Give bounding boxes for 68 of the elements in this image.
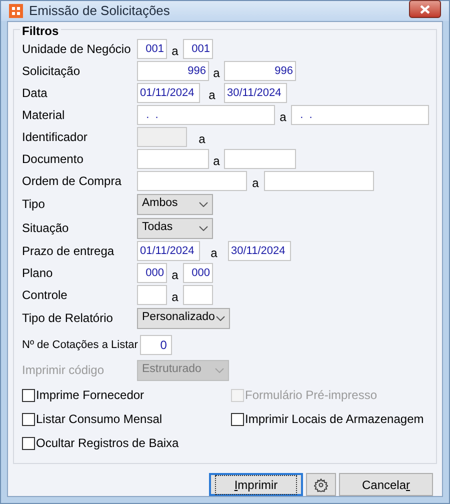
field-label: Nº de Cotações a Listar: [22, 338, 138, 353]
dropdown[interactable]: Ambos: [137, 194, 213, 214]
text-field[interactable]: 001: [137, 39, 167, 59]
range-separator: a: [251, 175, 260, 192]
field-label: Solicitação: [22, 63, 82, 80]
field-label: Prazo de entrega: [22, 243, 116, 260]
field-label: Tipo de Relatório: [22, 310, 114, 327]
field-label: Data: [22, 85, 48, 102]
text-field[interactable]: 30/11/2024: [224, 83, 287, 103]
range-separator: a: [210, 245, 218, 262]
app-icon: [9, 4, 23, 18]
settings-button[interactable]: [306, 473, 336, 496]
chevron-down-icon: [216, 316, 225, 320]
window-title: Emissão de Solicitações: [29, 2, 170, 20]
checkbox[interactable]: [22, 388, 35, 402]
chevron-down-icon: [199, 226, 208, 230]
chevron-down-icon: [199, 202, 208, 206]
checkbox-label: Imprimir Locais de Armazenagem: [245, 411, 424, 428]
checkbox-label: Listar Consumo Mensal: [36, 411, 162, 428]
chevron-down-icon: [215, 368, 224, 372]
settings-icon: [314, 478, 328, 492]
field-label: Ordem de Compra: [22, 173, 122, 190]
range-separator: a: [170, 289, 180, 306]
dropdown[interactable]: Personalizado: [137, 308, 230, 328]
range-separator: a: [208, 87, 216, 104]
text-field[interactable]: . .: [291, 105, 429, 125]
text-field[interactable]: . .: [137, 105, 275, 125]
range-separator: a: [170, 267, 180, 284]
range-separator: a: [212, 153, 221, 170]
text-field[interactable]: 01/11/2024: [137, 241, 200, 261]
text-field[interactable]: 000: [183, 263, 213, 283]
action-button[interactable]: Cancelar: [339, 473, 433, 496]
field-label: Controle: [22, 287, 68, 304]
field-label: Plano: [22, 265, 54, 282]
range-separator: a: [278, 109, 288, 126]
checkbox[interactable]: [22, 412, 35, 426]
field-label: Material: [22, 107, 66, 124]
text-field[interactable]: [137, 285, 167, 305]
field-label: Situação: [22, 220, 70, 237]
text-field[interactable]: 996: [137, 61, 209, 81]
range-separator: a: [212, 65, 221, 82]
checkbox[interactable]: [231, 412, 244, 426]
checkbox-label: Formulário Pré-impresso: [245, 387, 378, 404]
field-label: Documento: [22, 151, 84, 168]
text-field[interactable]: 001: [183, 39, 213, 59]
field-label: Tipo: [22, 196, 46, 213]
text-field[interactable]: 01/11/2024: [137, 83, 200, 103]
field-label: Identificador: [22, 129, 88, 146]
text-field[interactable]: [183, 285, 213, 305]
text-field[interactable]: [264, 171, 374, 191]
text-field[interactable]: 996: [224, 61, 296, 81]
text-field[interactable]: [137, 171, 247, 191]
close-icon: [420, 4, 430, 14]
text-field[interactable]: [137, 149, 209, 169]
field-label: Imprimir código: [22, 362, 106, 379]
range-separator: a: [170, 43, 180, 60]
number-field[interactable]: 0: [140, 335, 172, 355]
text-field[interactable]: 000: [137, 263, 167, 283]
range-separator: a: [198, 131, 206, 148]
checkbox-label: Ocultar Registros de Baixa: [36, 435, 179, 452]
checkbox-label: Imprime Fornecedor: [36, 387, 144, 404]
text-field[interactable]: [224, 149, 296, 169]
action-button[interactable]: Imprimir: [209, 473, 303, 496]
field-label: Unidade de Negócio: [22, 41, 132, 58]
close-button[interactable]: [409, 0, 441, 18]
checkbox[interactable]: [22, 436, 35, 450]
text-field[interactable]: 30/11/2024: [228, 241, 291, 261]
dropdown[interactable]: Todas: [137, 218, 213, 238]
